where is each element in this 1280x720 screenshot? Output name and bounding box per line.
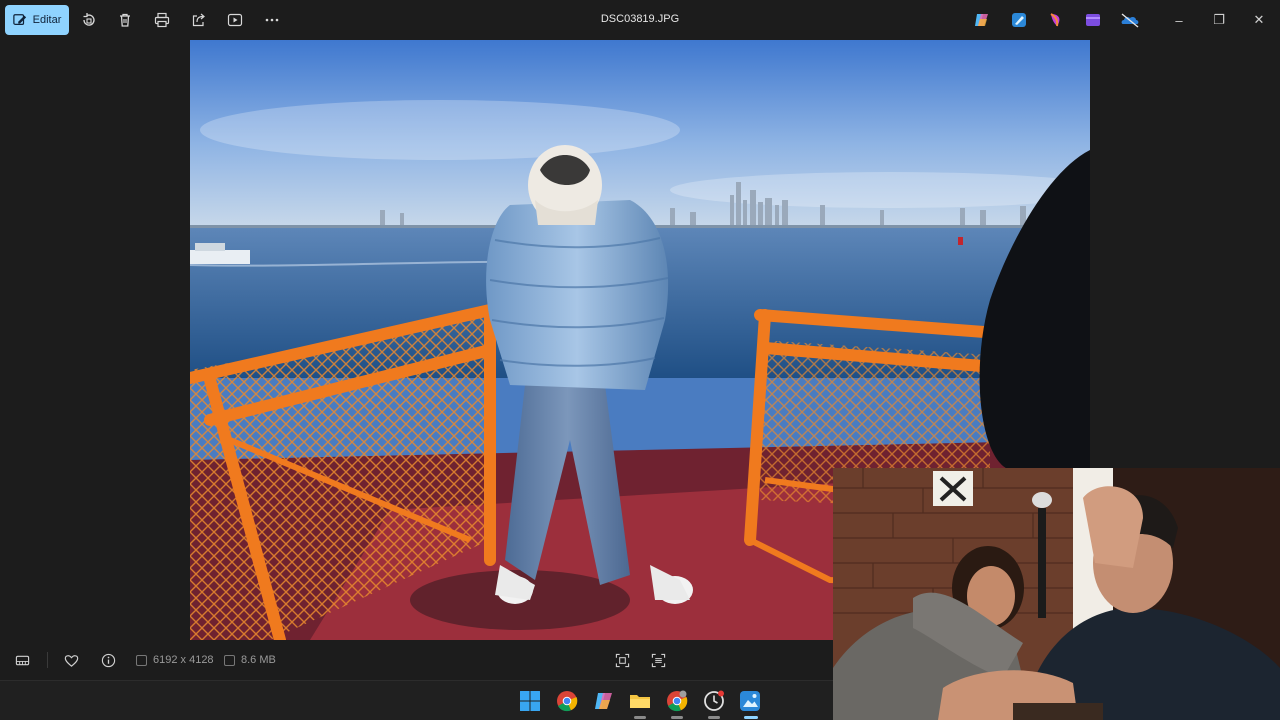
photos-editor-icon[interactable] bbox=[1010, 11, 1028, 29]
restore-button[interactable]: ❐ bbox=[1209, 10, 1229, 30]
clipchamp-icon[interactable] bbox=[1084, 11, 1102, 29]
chrome-profile-icon[interactable] bbox=[666, 690, 688, 712]
image-filesize: 8.6 MB bbox=[224, 654, 276, 666]
webcam-overlay bbox=[833, 468, 1280, 720]
actual-size-icon[interactable] bbox=[650, 652, 666, 668]
copilot-icon[interactable] bbox=[973, 11, 991, 29]
windows-start-icon[interactable] bbox=[519, 690, 541, 712]
filesize-icon bbox=[224, 654, 235, 666]
delete-icon[interactable] bbox=[115, 10, 135, 30]
onedrive-icon[interactable] bbox=[1120, 11, 1140, 29]
edit-icon bbox=[12, 14, 26, 25]
favorite-icon[interactable] bbox=[63, 652, 79, 668]
edit-button[interactable]: Editar bbox=[5, 5, 69, 35]
filmstrip-icon[interactable] bbox=[14, 652, 30, 668]
image-dimensions: 6192 x 4128 bbox=[136, 654, 214, 666]
fit-screen-icon[interactable] bbox=[614, 652, 630, 668]
designer-icon[interactable] bbox=[1047, 11, 1065, 29]
slideshow-icon[interactable] bbox=[225, 10, 245, 30]
copilot-icon[interactable] bbox=[593, 690, 615, 712]
chrome-icon[interactable] bbox=[556, 690, 578, 712]
info-icon[interactable] bbox=[100, 652, 116, 668]
dimensions-icon bbox=[136, 654, 147, 666]
file-explorer-indicator bbox=[634, 716, 646, 719]
photos-app-icon[interactable] bbox=[739, 690, 761, 712]
dimensions-label: 6192 x 4128 bbox=[153, 654, 214, 666]
chrome-indicator bbox=[671, 716, 683, 719]
top-toolbar: Editar DSC03819.JPG – ❐ ✕ bbox=[0, 0, 1280, 40]
clock-indicator bbox=[708, 716, 720, 719]
more-icon[interactable] bbox=[262, 10, 282, 30]
rotate-icon[interactable] bbox=[79, 10, 99, 30]
file-title: DSC03819.JPG bbox=[600, 13, 680, 25]
clock-app-icon[interactable] bbox=[703, 690, 725, 712]
file-explorer-icon[interactable] bbox=[629, 690, 651, 712]
webcam-feed bbox=[833, 468, 1280, 720]
share-icon[interactable] bbox=[189, 10, 209, 30]
minimize-button[interactable]: – bbox=[1169, 10, 1189, 30]
edit-label: Editar bbox=[32, 14, 62, 26]
print-icon[interactable] bbox=[152, 10, 172, 30]
filesize-label: 8.6 MB bbox=[241, 654, 276, 666]
photos-active-indicator bbox=[744, 716, 758, 719]
close-button[interactable]: ✕ bbox=[1249, 10, 1269, 30]
status-divider bbox=[47, 652, 48, 668]
